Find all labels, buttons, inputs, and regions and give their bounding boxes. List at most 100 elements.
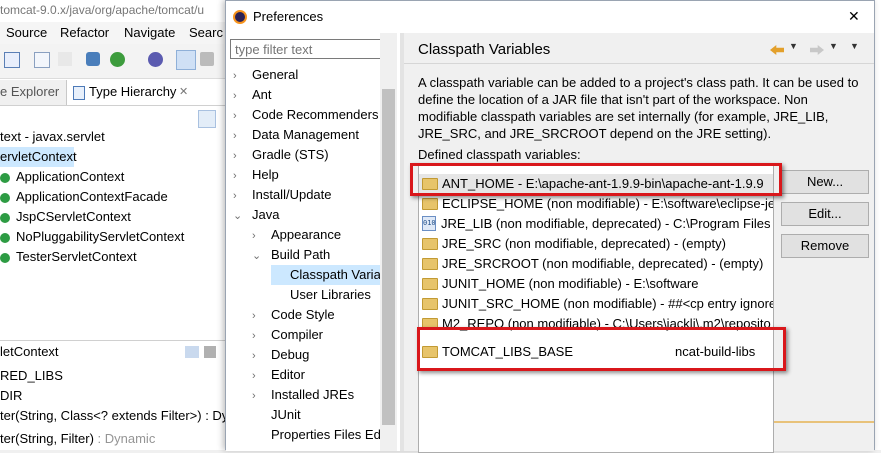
- hierarchy-item[interactable]: NoPluggabilityServletContext: [0, 227, 184, 247]
- members-sort-icon[interactable]: [185, 346, 199, 358]
- dialog-title: Preferences: [253, 9, 324, 24]
- back-arrow-icon[interactable]: [770, 45, 784, 55]
- tree-item[interactable]: › Code Style: [252, 305, 335, 325]
- classpath-variable-row[interactable]: JUNIT_HOME (non modifiable) - E:\softwar…: [422, 274, 698, 294]
- toolbar-run-icon[interactable]: [110, 52, 125, 67]
- chevron-right-icon[interactable]: ›: [233, 186, 245, 206]
- chevron-right-icon[interactable]: ›: [252, 366, 264, 386]
- tree-scrollbar[interactable]: [380, 33, 397, 451]
- tree-item[interactable]: › Ant: [233, 85, 272, 105]
- tree-item-label: Code Recommenders: [252, 107, 379, 122]
- forward-dropdown-icon[interactable]: ▼: [829, 41, 838, 51]
- chevron-right-icon[interactable]: ›: [233, 146, 245, 166]
- remove-button[interactable]: Remove: [781, 234, 869, 258]
- hierarchy-item[interactable]: ApplicationContextFacade: [0, 187, 168, 207]
- toolbar-toggle-mark-icon[interactable]: [176, 50, 196, 70]
- tree-item[interactable]: ⌄ Java: [233, 205, 279, 225]
- decoration-line: [774, 421, 874, 423]
- close-icon[interactable]: ✕: [179, 85, 188, 98]
- classpath-variable-row[interactable]: 010 JRE_LIB (non modifiable, deprecated) …: [422, 214, 770, 234]
- chevron-down-icon[interactable]: ⌄: [233, 206, 245, 226]
- title-separator: [404, 63, 874, 64]
- tree-item-label: Code Style: [271, 307, 335, 322]
- chevron-right-icon[interactable]: ›: [233, 66, 245, 86]
- menu-navigate[interactable]: Navigate: [124, 25, 175, 40]
- forward-arrow-icon[interactable]: [810, 45, 824, 55]
- tree-item[interactable]: Properties Files Ed: [252, 425, 381, 445]
- tree-item[interactable]: ⌄ Build Path: [252, 245, 330, 265]
- classpath-variable-row[interactable]: ECLIPSE_HOME (non modifiable) - E:\softw…: [422, 194, 774, 214]
- classpath-variable-row[interactable]: JUNIT_SRC_HOME (non modifiable) - ##<cp …: [422, 294, 774, 314]
- tree-scrollbar-thumb[interactable]: [382, 89, 395, 425]
- tree-item-selected[interactable]: Classpath Varia: [271, 265, 385, 285]
- view-divider: [0, 340, 225, 341]
- close-icon[interactable]: ✕: [848, 8, 860, 25]
- tree-item[interactable]: User Libraries: [271, 285, 371, 305]
- chevron-right-icon[interactable]: ›: [233, 106, 245, 126]
- classpath-variable-list[interactable]: ANT_HOME - E:\apache-ant-1.9.9-bin\apach…: [418, 163, 774, 453]
- highlight-box-tomcat-libs: [417, 327, 786, 371]
- filter-input[interactable]: [230, 39, 392, 59]
- tab-type-hierarchy[interactable]: Type Hierarchy ✕: [66, 80, 227, 105]
- tree-item[interactable]: › Code Recommenders: [233, 105, 378, 125]
- toolbar-save-icon[interactable]: [4, 52, 20, 68]
- menu-source[interactable]: Source: [6, 25, 47, 40]
- chevron-right-icon[interactable]: ›: [252, 386, 264, 406]
- class-icon: [0, 232, 10, 243]
- tree-item[interactable]: › Debug: [252, 345, 309, 365]
- back-dropdown-icon[interactable]: ▼: [789, 41, 798, 51]
- tree-item[interactable]: › Gradle (STS): [233, 145, 329, 165]
- tree-item[interactable]: › Appearance: [252, 225, 341, 245]
- jar-icon: 010: [422, 216, 436, 232]
- new-button[interactable]: New...: [781, 170, 869, 194]
- chevron-right-icon[interactable]: ›: [252, 226, 264, 246]
- classpath-variable-row[interactable]: JRE_SRCROOT (non modifiable, deprecated)…: [422, 254, 763, 274]
- tree-item[interactable]: › Install/Update: [233, 185, 332, 205]
- toolbar-open-type-icon[interactable]: [148, 52, 163, 67]
- menu-refactor[interactable]: Refactor: [60, 25, 109, 40]
- edit-button[interactable]: Edit...: [781, 202, 869, 226]
- tree-item[interactable]: › Editor: [252, 365, 305, 385]
- hierarchy-item[interactable]: ApplicationContext: [0, 167, 124, 187]
- hierarchy-item[interactable]: JspCServletContext: [0, 207, 131, 227]
- members-menu-icon[interactable]: [204, 346, 216, 358]
- tree-item[interactable]: › General: [233, 65, 298, 85]
- toolbar-run-external-icon[interactable]: [86, 52, 100, 66]
- class-icon: [0, 252, 10, 263]
- chevron-down-icon[interactable]: ⌄: [252, 246, 264, 266]
- classpath-variable-text: ECLIPSE_HOME (non modifiable) - E:\softw…: [442, 196, 774, 211]
- chevron-right-icon[interactable]: ›: [233, 86, 245, 106]
- chevron-right-icon[interactable]: ›: [252, 326, 264, 346]
- chevron-right-icon[interactable]: ›: [233, 166, 245, 186]
- tree-item[interactable]: JUnit: [252, 405, 301, 425]
- tree-item[interactable]: › Compiler: [252, 325, 323, 345]
- ide-view-tabs: e Explorer Type Hierarchy ✕: [0, 80, 227, 106]
- toolbar-console-icon[interactable]: [34, 52, 50, 68]
- hierarchy-view-icon[interactable]: [198, 110, 216, 128]
- tree-item[interactable]: › Data Management: [233, 125, 359, 145]
- hierarchy-selected-item[interactable]: ervletContext: [0, 147, 77, 167]
- preferences-dialog: Preferences ✕ › General › Ant › Code Recommen…: [225, 0, 875, 453]
- classpath-variable-text: JUNIT_HOME (non modifiable) - E:\softwar…: [442, 276, 699, 291]
- preference-page: Classpath Variables ▼ ▼ ▼ A classpath va…: [404, 33, 874, 453]
- member-item[interactable]: ter(String, Class<? extends Filter>) : D…: [0, 406, 228, 426]
- member-item[interactable]: ter(String, Filter) : Dynamic: [0, 429, 155, 449]
- class-icon: [0, 172, 10, 183]
- tree-item[interactable]: › Installed JREs: [252, 385, 354, 405]
- chevron-right-icon[interactable]: ›: [252, 306, 264, 326]
- chevron-right-icon[interactable]: ›: [252, 346, 264, 366]
- member-item[interactable]: DIR: [0, 386, 22, 406]
- member-item[interactable]: RED_LIBS: [0, 366, 63, 386]
- toolbar-link-icon[interactable]: [200, 52, 214, 66]
- classpath-variable-row[interactable]: JRE_SRC (non modifiable, deprecated) - (…: [422, 234, 726, 254]
- tree-item[interactable]: › Help: [233, 165, 279, 185]
- chevron-right-icon[interactable]: ›: [233, 126, 245, 146]
- view-menu-icon[interactable]: ▼: [850, 41, 859, 51]
- tree-item-label: Appearance: [271, 227, 342, 242]
- tree-item-label: User Libraries: [290, 287, 371, 302]
- classpath-variable-text: JUNIT_SRC_HOME (non modifiable) - ##<cp …: [442, 296, 774, 311]
- hierarchy-item[interactable]: TesterServletContext: [0, 247, 137, 267]
- toolbar-skip-icon[interactable]: [58, 52, 72, 66]
- tab-package-explorer[interactable]: e Explorer: [0, 84, 59, 99]
- menu-search[interactable]: Searc: [189, 25, 223, 40]
